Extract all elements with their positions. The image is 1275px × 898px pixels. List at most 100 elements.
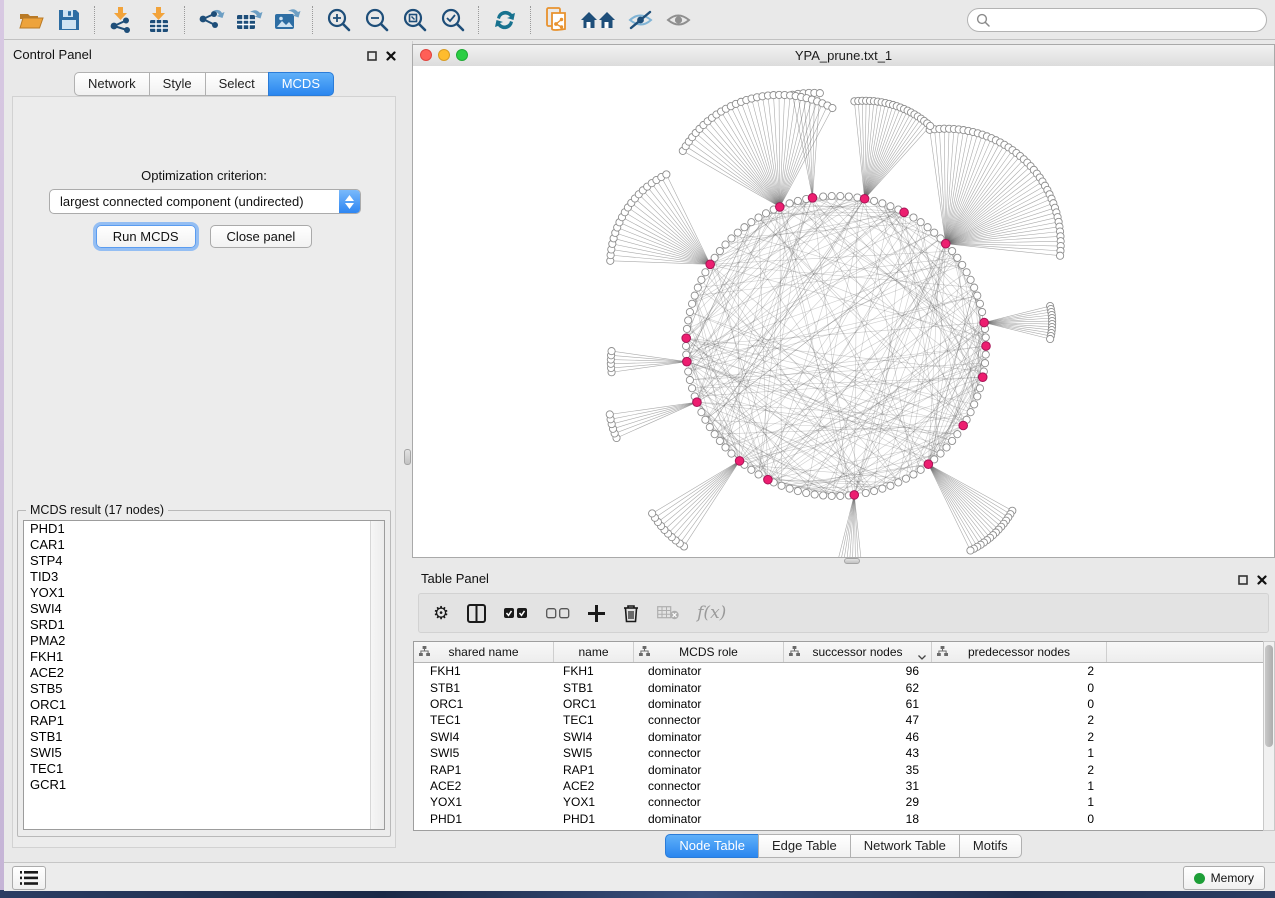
column-header-predecessor-nodes[interactable]: predecessor nodes xyxy=(932,642,1107,662)
mcds-result-item[interactable]: SWI4 xyxy=(24,601,384,617)
export-network-icon[interactable] xyxy=(192,3,230,37)
tab-select[interactable]: Select xyxy=(205,72,269,96)
table-row[interactable]: FKH1FKH1dominator962 xyxy=(414,663,1263,679)
mcds-result-item[interactable]: GCR1 xyxy=(24,777,384,793)
table-cell: dominator xyxy=(634,681,784,695)
float-panel-icon[interactable] xyxy=(1238,572,1248,590)
node-table-body: FKH1FKH1dominator962STB1STB1dominator620… xyxy=(414,663,1263,827)
zoom-fit-icon[interactable] xyxy=(396,3,434,37)
deselect-all-columns-icon[interactable] xyxy=(546,608,570,619)
status-menu-button[interactable] xyxy=(12,866,46,890)
mcds-result-item[interactable]: STP4 xyxy=(24,553,384,569)
table-row[interactable]: STB1STB1dominator620 xyxy=(414,679,1263,695)
tab-style[interactable]: Style xyxy=(149,72,206,96)
memory-label: Memory xyxy=(1211,871,1254,885)
import-network-icon[interactable] xyxy=(102,3,140,37)
close-panel-icon[interactable] xyxy=(1257,572,1267,590)
zoom-selected-icon[interactable] xyxy=(434,3,472,37)
mcds-result-item[interactable]: PMA2 xyxy=(24,633,384,649)
table-row[interactable]: ACE2ACE2connector311 xyxy=(414,778,1263,794)
delete-column-icon[interactable] xyxy=(623,604,639,623)
network-window-titlebar[interactable]: YPA_prune.txt_1 xyxy=(413,45,1274,67)
table-row[interactable]: SWI4SWI4dominator462 xyxy=(414,729,1263,745)
table-cell: dominator xyxy=(634,664,784,678)
criterion-select[interactable]: largest connected component (undirected) xyxy=(49,189,361,214)
memory-button[interactable]: Memory xyxy=(1183,866,1265,890)
mcds-result-item[interactable]: PHD1 xyxy=(24,521,384,537)
zoom-out-icon[interactable] xyxy=(358,3,396,37)
zoom-in-icon[interactable] xyxy=(320,3,358,37)
sort-descending-icon[interactable] xyxy=(918,649,926,663)
create-column-icon[interactable] xyxy=(588,605,605,622)
mcds-result-item[interactable]: SRD1 xyxy=(24,617,384,633)
save-session-icon[interactable] xyxy=(50,3,88,37)
mcds-result-item[interactable]: RAP1 xyxy=(24,713,384,729)
table-scrollbar-thumb[interactable] xyxy=(1265,645,1273,747)
table-row[interactable]: PHD1PHD1dominator180 xyxy=(414,811,1263,827)
select-all-columns-icon[interactable] xyxy=(504,608,528,619)
clone-network-icon[interactable] xyxy=(538,3,576,37)
search-box xyxy=(967,8,1267,32)
mcds-result-item[interactable]: YOX1 xyxy=(24,585,384,601)
table-row[interactable]: ORC1ORC1dominator610 xyxy=(414,696,1263,712)
table-settings-gear-icon[interactable]: ⚙ xyxy=(433,604,449,622)
mcds-result-item[interactable]: FKH1 xyxy=(24,649,384,665)
network-graph[interactable] xyxy=(413,66,1274,557)
table-scrollbar[interactable] xyxy=(1263,641,1275,831)
table-cell: ACE2 xyxy=(554,779,634,793)
mcds-result-item[interactable]: CAR1 xyxy=(24,537,384,553)
table-cell: STB1 xyxy=(554,681,634,695)
tab-network[interactable]: Network xyxy=(74,72,150,96)
optimization-criterion-label: Optimization criterion: xyxy=(13,168,395,183)
show-all-icon[interactable] xyxy=(660,3,698,37)
hide-selected-icon[interactable] xyxy=(622,3,660,37)
import-table-icon[interactable] xyxy=(140,3,178,37)
table-cell: dominator xyxy=(634,697,784,711)
mcds-result-item[interactable]: SWI5 xyxy=(24,745,384,761)
search-input[interactable] xyxy=(967,8,1267,32)
export-image-icon[interactable] xyxy=(268,3,306,37)
table-cell: 96 xyxy=(784,664,932,678)
mcds-result-item[interactable]: TEC1 xyxy=(24,761,384,777)
tab-edge-table[interactable]: Edge Table xyxy=(758,834,851,858)
tab-mcds[interactable]: MCDS xyxy=(268,72,334,96)
search-icon xyxy=(976,13,990,32)
table-row[interactable]: SWI5SWI5connector431 xyxy=(414,745,1263,761)
column-header-shared-name[interactable]: shared name xyxy=(414,642,554,662)
tab-network-table[interactable]: Network Table xyxy=(850,834,960,858)
show-columns-icon[interactable] xyxy=(467,604,486,623)
mcds-result-item[interactable]: STB1 xyxy=(24,729,384,745)
open-file-icon[interactable] xyxy=(12,3,50,37)
control-panel-tabs: Network Style Select MCDS xyxy=(4,72,404,96)
column-header-mcds-role[interactable]: MCDS role xyxy=(634,642,784,662)
tab-node-table[interactable]: Node Table xyxy=(665,834,759,858)
control-panel-header: Control Panel xyxy=(4,41,404,67)
splitter-grip[interactable] xyxy=(404,449,411,465)
horizontal-splitter[interactable] xyxy=(412,558,1275,565)
table-cell: YOX1 xyxy=(554,795,634,809)
float-panel-icon[interactable] xyxy=(367,48,377,66)
mcds-result-item[interactable]: STB5 xyxy=(24,681,384,697)
tab-motifs[interactable]: Motifs xyxy=(959,834,1022,858)
column-header-successor-nodes[interactable]: successor nodes xyxy=(784,642,932,662)
column-header-name[interactable]: name xyxy=(554,642,634,662)
mcds-result-item[interactable]: TID3 xyxy=(24,569,384,585)
close-panel-icon[interactable] xyxy=(386,48,396,66)
table-row[interactable]: TEC1TEC1connector472 xyxy=(414,712,1263,728)
table-cell: 2 xyxy=(932,763,1107,777)
splitter-grip[interactable] xyxy=(844,558,860,564)
mcds-result-item[interactable]: ACE2 xyxy=(24,665,384,681)
table-row[interactable]: RAP1RAP1dominator352 xyxy=(414,761,1263,777)
export-table-icon[interactable] xyxy=(230,3,268,37)
table-row[interactable]: YOX1YOX1connector291 xyxy=(414,794,1263,810)
refresh-view-icon[interactable] xyxy=(486,3,524,37)
mcds-result-list[interactable]: PHD1CAR1STP4TID3YOX1SWI4SRD1PMA2FKH1ACE2… xyxy=(23,520,385,830)
run-mcds-button[interactable]: Run MCDS xyxy=(96,225,196,248)
first-neighbors-icon[interactable] xyxy=(576,3,622,37)
mcds-result-item[interactable]: ORC1 xyxy=(24,697,384,713)
network-canvas[interactable] xyxy=(413,66,1274,557)
control-panel-title: Control Panel xyxy=(13,47,92,62)
table-cell: 47 xyxy=(784,713,932,727)
mcds-list-scrollbar[interactable] xyxy=(370,521,384,829)
close-panel-button[interactable]: Close panel xyxy=(210,225,313,248)
